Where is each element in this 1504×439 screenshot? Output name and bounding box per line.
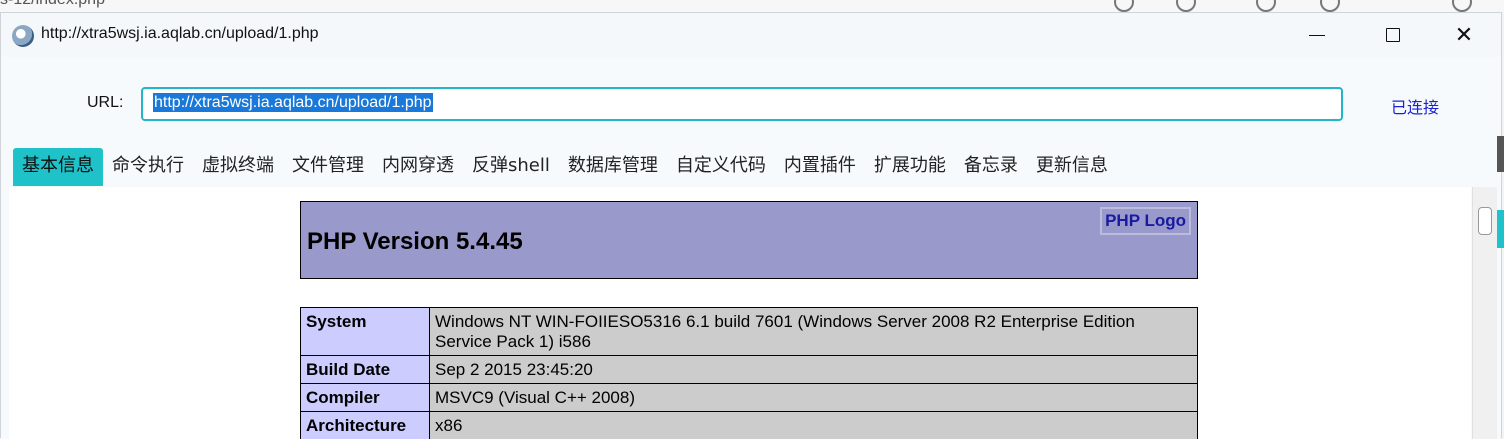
- table-row: Build Date Sep 2 2015 23:45:20: [301, 356, 1198, 384]
- background-tab-text: s-12/index.php: [0, 0, 105, 9]
- background-window-edge: [1497, 210, 1504, 248]
- tab-memo[interactable]: 备忘录: [955, 148, 1027, 186]
- tab-reverse-shell[interactable]: 反弹shell: [463, 148, 559, 186]
- background-window-edge: [1497, 136, 1504, 172]
- row-key: Architecture: [301, 412, 430, 439]
- php-version-title: PHP Version 5.4.45: [307, 228, 523, 256]
- row-key: System: [301, 308, 430, 356]
- scrollbar-thumb[interactable]: [1478, 207, 1492, 235]
- title-bar[interactable]: http://xtra5wsj.ia.aqlab.cn/upload/1.php…: [1, 13, 1501, 57]
- url-label: URL:: [87, 94, 123, 112]
- webshell-window: http://xtra5wsj.ia.aqlab.cn/upload/1.php…: [0, 12, 1502, 438]
- minimize-icon: [1309, 35, 1325, 36]
- tab-basic-info[interactable]: 基本信息: [13, 148, 103, 186]
- background-icon: [1452, 0, 1472, 12]
- tab-custom-code[interactable]: 自定义代码: [667, 148, 775, 186]
- tab-extensions[interactable]: 扩展功能: [865, 148, 955, 186]
- phpinfo-view[interactable]: PHP Version 5.4.45 PHP Logo System Windo…: [9, 187, 1471, 439]
- background-icon: [1320, 0, 1340, 12]
- tab-database-manager[interactable]: 数据库管理: [559, 148, 667, 186]
- tab-update-info[interactable]: 更新信息: [1027, 148, 1117, 186]
- php-version-header: PHP Version 5.4.45 PHP Logo: [300, 201, 1198, 279]
- tab-file-manager[interactable]: 文件管理: [283, 148, 373, 186]
- background-icon: [1256, 0, 1276, 12]
- phpinfo-table: System Windows NT WIN-FOIIESO5316 6.1 bu…: [300, 307, 1198, 439]
- close-button[interactable]: ✕: [1429, 13, 1499, 57]
- vertical-scrollbar[interactable]: [1472, 187, 1497, 439]
- minimize-button[interactable]: [1282, 13, 1352, 57]
- background-icon: [1114, 0, 1134, 12]
- tab-bar: 基本信息 命令执行 虚拟终端 文件管理 内网穿透 反弹shell 数据库管理 自…: [13, 148, 1117, 186]
- maximize-icon: [1386, 28, 1400, 42]
- background-icon: [1176, 0, 1196, 12]
- close-icon: ✕: [1455, 23, 1473, 48]
- tab-virtual-terminal[interactable]: 虚拟终端: [193, 148, 283, 186]
- table-row: Architecture x86: [301, 412, 1198, 439]
- table-row: Compiler MSVC9 (Visual C++ 2008): [301, 384, 1198, 412]
- tab-builtin-plugins[interactable]: 内置插件: [775, 148, 865, 186]
- maximize-button[interactable]: [1358, 13, 1428, 57]
- row-value: Windows NT WIN-FOIIESO5316 6.1 build 760…: [430, 308, 1198, 356]
- url-input-value: http://xtra5wsj.ia.aqlab.cn/upload/1.php: [153, 93, 433, 112]
- background-browser-strip: s-12/index.php: [0, 0, 1504, 12]
- window-title: http://xtra5wsj.ia.aqlab.cn/upload/1.php: [41, 25, 319, 43]
- row-value: MSVC9 (Visual C++ 2008): [430, 384, 1198, 412]
- url-input[interactable]: http://xtra5wsj.ia.aqlab.cn/upload/1.php: [141, 87, 1343, 121]
- tab-intranet-tunnel[interactable]: 内网穿透: [373, 148, 463, 186]
- client-area: URL: http://xtra5wsj.ia.aqlab.cn/upload/…: [1, 57, 1501, 439]
- row-value: x86: [430, 412, 1198, 439]
- connection-status: 已连接: [1391, 94, 1439, 118]
- app-icon: [12, 25, 34, 47]
- php-logo[interactable]: PHP Logo: [1100, 207, 1191, 235]
- row-value: Sep 2 2015 23:45:20: [430, 356, 1198, 384]
- row-key: Build Date: [301, 356, 430, 384]
- tab-command-exec[interactable]: 命令执行: [103, 148, 193, 186]
- table-row: System Windows NT WIN-FOIIESO5316 6.1 bu…: [301, 308, 1198, 356]
- row-key: Compiler: [301, 384, 430, 412]
